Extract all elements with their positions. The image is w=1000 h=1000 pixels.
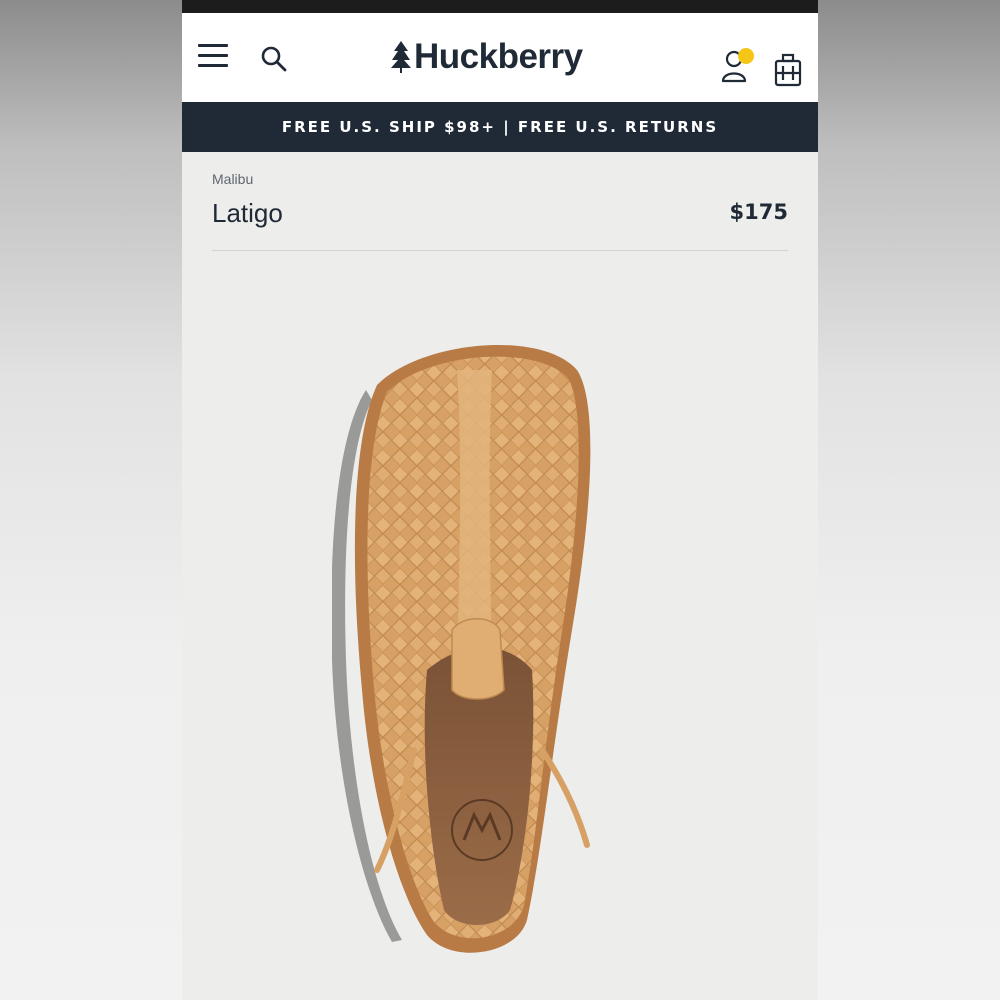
huckberry-logo[interactable]: Huckberry (390, 37, 583, 77)
cart-icon[interactable] (774, 53, 802, 87)
notification-dot (738, 48, 754, 64)
product-brand[interactable]: Malibu (212, 171, 253, 187)
product-price: $175 (729, 200, 788, 224)
search-icon[interactable] (260, 45, 288, 73)
background-right (818, 0, 1000, 1000)
logo-text: Huckberry (414, 37, 583, 76)
status-bar (182, 0, 818, 13)
woven-leather-sandal-image[interactable] (332, 330, 632, 970)
shipping-promo-banner[interactable]: FREE U.S. SHIP $98+ | FREE U.S. RETURNS (182, 102, 818, 152)
background-left (0, 0, 182, 1000)
product-header: Malibu Latigo $175 (212, 152, 788, 251)
hamburger-menu-icon[interactable] (198, 44, 230, 70)
tree-icon (391, 41, 411, 73)
product-name: Latigo (212, 198, 283, 228)
site-header: Huckberry (182, 13, 818, 102)
mobile-screen: Huckberry FREE U.S. SHIP $98+ | FREE U.S… (182, 0, 818, 1000)
